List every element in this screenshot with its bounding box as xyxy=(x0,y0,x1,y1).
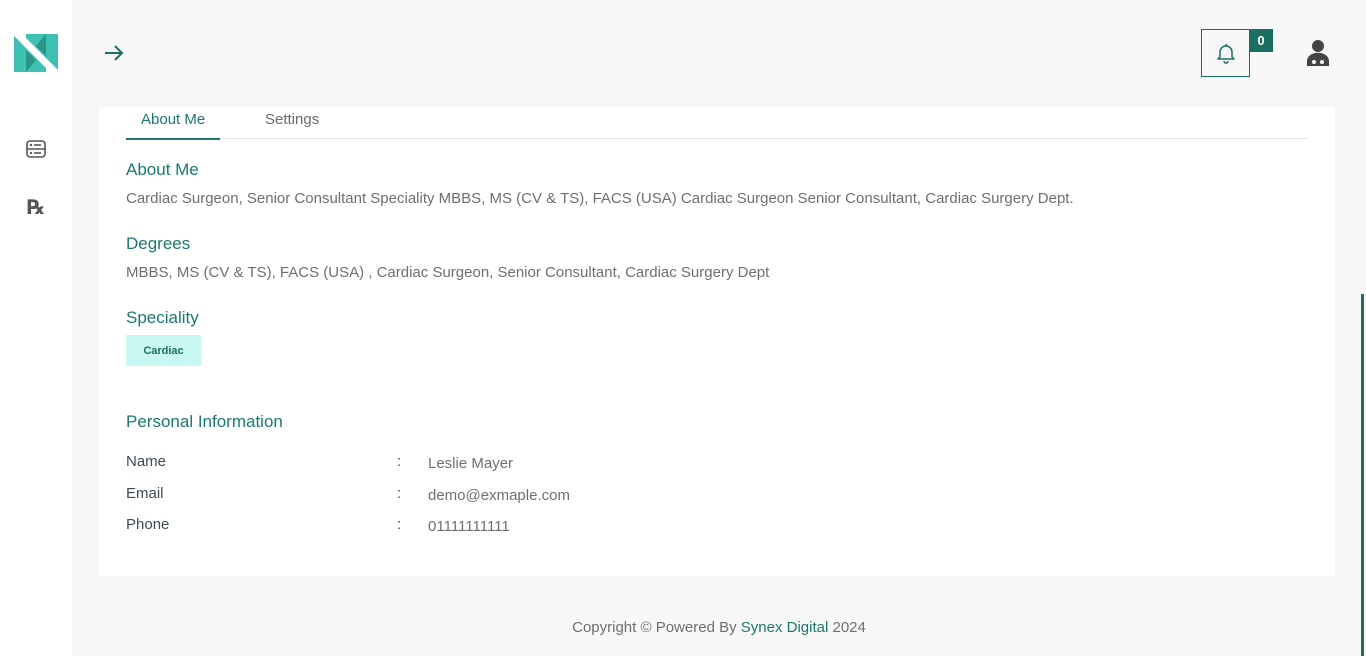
notification-button[interactable] xyxy=(1201,29,1250,77)
prescription-icon[interactable]: ℞ xyxy=(25,196,47,218)
dashboard-icon[interactable] xyxy=(25,138,47,160)
sidebar: ℞ xyxy=(0,0,72,656)
phone-label: Phone xyxy=(126,516,170,533)
about-me-heading: About Me xyxy=(126,160,199,179)
doctor-user-icon[interactable] xyxy=(1305,39,1331,67)
about-me-text: Cardiac Surgeon, Senior Consultant Speci… xyxy=(126,190,1074,207)
email-label: Email xyxy=(126,485,164,502)
bell-icon xyxy=(1216,44,1235,64)
degrees-heading: Degrees xyxy=(126,234,191,253)
top-header xyxy=(72,0,1366,106)
tab-settings[interactable]: Settings xyxy=(250,110,334,139)
logo-icon[interactable] xyxy=(12,32,60,74)
phone-value: 01111111111 xyxy=(428,518,510,535)
email-separator: : xyxy=(397,485,402,502)
name-separator: : xyxy=(397,453,402,470)
speciality-badge: Cardiac xyxy=(126,335,201,366)
footer-year: 2024 xyxy=(832,619,866,636)
footer-copyright-text: Copyright © Powered By xyxy=(572,619,737,636)
footer-brand-link[interactable]: Synex Digital xyxy=(741,619,829,636)
arrow-right-icon[interactable] xyxy=(103,42,125,64)
tab-about-me[interactable]: About Me xyxy=(126,110,221,140)
profile-tabs: About Me Settings xyxy=(126,107,1308,140)
footer: Copyright © Powered By Synex Digital 202… xyxy=(72,619,1366,636)
name-label: Name xyxy=(126,453,167,470)
degrees-text: MBBS, MS (CV & TS), FACS (USA) , Cardiac… xyxy=(126,264,770,281)
name-value: Leslie Mayer xyxy=(428,455,514,472)
profile-card: About Me Settings About Me Cardiac Surge… xyxy=(99,107,1335,576)
personal-info-heading: Personal Information xyxy=(126,412,283,431)
email-value: demo@exmaple.com xyxy=(428,487,570,504)
notification-count-badge: 0 xyxy=(1249,29,1273,52)
phone-separator: : xyxy=(397,516,402,533)
scrollbar[interactable] xyxy=(1361,294,1364,656)
speciality-heading: Speciality xyxy=(126,308,199,327)
